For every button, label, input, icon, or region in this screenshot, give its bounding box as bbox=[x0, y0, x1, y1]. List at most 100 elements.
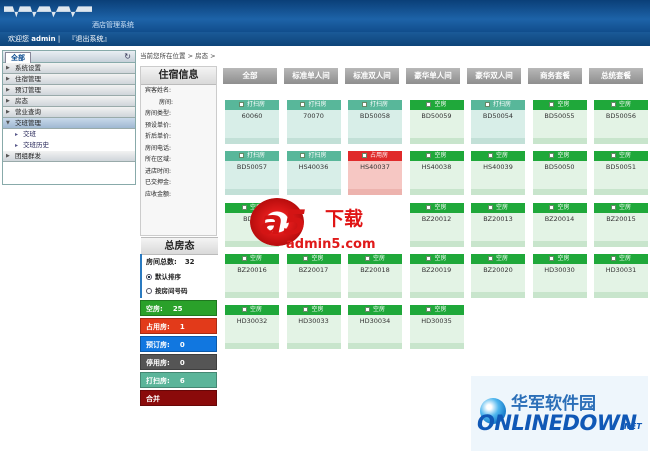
room-card[interactable]: 打扫房 BD50054 bbox=[471, 100, 525, 144]
sidebar-tab-all[interactable]: 全部 bbox=[5, 52, 31, 63]
room-card[interactable]: 空房 BD50059 bbox=[409, 100, 464, 144]
room-card[interactable]: 打扫房 BD50058 bbox=[348, 100, 402, 144]
room-card[interactable]: 空房 BZ20020 bbox=[471, 254, 525, 298]
room-checkbox[interactable] bbox=[426, 256, 432, 261]
room-card[interactable]: 空房 HD30030 bbox=[532, 254, 587, 298]
room-type-tab[interactable]: 豪华单人间 bbox=[406, 68, 460, 84]
onlinedown-watermark: 华军软件园 ONLINEDOWN .NET bbox=[471, 376, 648, 451]
room-card[interactable]: 打扫房 70070 bbox=[286, 100, 341, 144]
status-stat[interactable]: 打扫房: 6 bbox=[140, 372, 217, 388]
room-card[interactable]: 空房 HD30033 bbox=[286, 305, 341, 349]
room-status-bar: 空房 bbox=[409, 203, 464, 213]
sidebar-item-stay-management[interactable]: 住宿管理 bbox=[3, 74, 135, 85]
room-card[interactable]: 空房 BZ20017 bbox=[286, 254, 341, 298]
room-checkbox[interactable] bbox=[361, 153, 367, 158]
room-status-label: 空房 bbox=[434, 255, 447, 262]
room-checkbox[interactable] bbox=[487, 153, 493, 158]
sidebar-item-business-query[interactable]: 营业查询 bbox=[3, 107, 135, 118]
room-number: BZ20015 bbox=[606, 215, 636, 223]
room-number: BZ20019 bbox=[421, 266, 452, 274]
room-card[interactable]: 空房 HD30034 bbox=[348, 305, 402, 349]
room-checkbox[interactable] bbox=[300, 153, 306, 158]
room-type-tab[interactable]: 全部 bbox=[223, 68, 277, 84]
room-card[interactable]: 空房 BZ20019 bbox=[409, 254, 464, 298]
room-checkbox[interactable] bbox=[238, 102, 244, 107]
room-card[interactable]: 空房 HS40038 bbox=[409, 151, 464, 195]
logout-link[interactable]: 『退出系统』 bbox=[68, 35, 110, 43]
room-status-bar: 空房 bbox=[594, 100, 648, 110]
room-number: BZ20012 bbox=[421, 215, 452, 223]
sidebar-item-shift-management[interactable]: 交班管理 bbox=[3, 118, 135, 129]
sidebar-item-group-broadcast[interactable]: 团组群发 bbox=[3, 151, 135, 162]
sort-default-radio[interactable]: 默认排序 bbox=[140, 270, 217, 284]
room-card[interactable]: 打扫房 60060 bbox=[225, 100, 279, 144]
room-card[interactable]: 空房 BZ20016 bbox=[225, 254, 279, 298]
room-checkbox[interactable] bbox=[241, 307, 247, 312]
sidebar: 全部 ↻ 系统设置 住宿管理 预订管理 房态 营业查询 交班管理 交班 交班历史… bbox=[2, 50, 136, 185]
room-card[interactable]: 空房 BD50056 bbox=[594, 100, 648, 144]
room-type-tab[interactable]: 商务套餐 bbox=[528, 68, 582, 84]
status-stat[interactable]: 预订房: 0 bbox=[140, 336, 217, 352]
room-checkbox[interactable] bbox=[484, 102, 490, 107]
room-card[interactable]: 空房 BZ20018 bbox=[348, 254, 402, 298]
room-checkbox[interactable] bbox=[303, 256, 309, 261]
room-checkbox[interactable] bbox=[241, 205, 247, 210]
room-checkbox[interactable] bbox=[610, 205, 616, 210]
room-type-tab[interactable]: 标准单人间 bbox=[284, 68, 338, 84]
room-type-tab[interactable]: 豪华双人间 bbox=[467, 68, 521, 84]
refresh-icon[interactable]: ↻ bbox=[124, 52, 131, 61]
room-checkbox[interactable] bbox=[364, 256, 370, 261]
room-checkbox[interactable] bbox=[549, 102, 555, 107]
room-checkbox[interactable] bbox=[364, 307, 370, 312]
room-checkbox[interactable] bbox=[300, 102, 306, 107]
room-card[interactable]: 空房 HS40039 bbox=[471, 151, 525, 195]
room-card[interactable]: 空房 BZ20014 bbox=[532, 203, 587, 247]
room-checkbox[interactable] bbox=[549, 153, 555, 158]
sidebar-item-system-settings[interactable]: 系统设置 bbox=[3, 63, 135, 74]
room-card[interactable]: 空房 HD30035 bbox=[409, 305, 464, 349]
room-card[interactable]: 空房 BZ20013 bbox=[471, 203, 525, 247]
room-status-bar: 空房 bbox=[532, 254, 587, 264]
status-stat[interactable]: 空房: 25 bbox=[140, 300, 217, 316]
status-stat[interactable]: 合并 bbox=[140, 390, 217, 406]
sidebar-subitem-shift[interactable]: 交班 bbox=[3, 129, 135, 140]
room-checkbox[interactable] bbox=[610, 153, 616, 158]
room-type-tab[interactable]: 总统套餐 bbox=[589, 68, 643, 84]
room-checkbox[interactable] bbox=[238, 153, 244, 158]
room-checkbox[interactable] bbox=[487, 256, 493, 261]
room-checkbox[interactable] bbox=[303, 307, 309, 312]
room-checkbox[interactable] bbox=[487, 205, 493, 210]
status-stat[interactable]: 占用房: 1 bbox=[140, 318, 217, 334]
room-checkbox[interactable] bbox=[361, 102, 367, 107]
sidebar-item-booking-management[interactable]: 预订管理 bbox=[3, 85, 135, 96]
room-card[interactable]: 空房 BD50051 bbox=[594, 151, 648, 195]
room-checkbox[interactable] bbox=[549, 256, 555, 261]
room-type-tab[interactable]: 标准双人间 bbox=[345, 68, 399, 84]
room-checkbox[interactable] bbox=[610, 102, 616, 107]
room-card[interactable]: 空房 BZ20012 bbox=[409, 203, 464, 247]
sidebar-item-room-status[interactable]: 房态 bbox=[3, 96, 135, 107]
room-checkbox[interactable] bbox=[426, 153, 432, 158]
room-checkbox[interactable] bbox=[426, 102, 432, 107]
room-card[interactable]: 空房 BD50050 bbox=[532, 151, 587, 195]
room-checkbox[interactable] bbox=[549, 205, 555, 210]
sidebar-subitem-shift-history[interactable]: 交班历史 bbox=[3, 140, 135, 151]
room-card[interactable]: 打扫房 BD50057 bbox=[225, 151, 279, 195]
room-checkbox[interactable] bbox=[610, 256, 616, 261]
sort-number-radio[interactable]: 按房间号码 bbox=[140, 284, 217, 298]
room-status-label: 空房 bbox=[249, 255, 262, 262]
room-card[interactable]: 空房 BD50055 bbox=[532, 100, 587, 144]
room-card[interactable]: 空房 HD30032 bbox=[225, 305, 279, 349]
room-card[interactable]: 打扫房 HS40036 bbox=[286, 151, 341, 195]
room-checkbox[interactable] bbox=[426, 205, 432, 210]
room-checkbox[interactable] bbox=[241, 256, 247, 261]
room-card[interactable]: 空房 BZ20015 bbox=[594, 203, 648, 247]
room-card[interactable]: 占用房 HS40037 bbox=[348, 151, 402, 195]
room-card[interactable]: 空房 HD30031 bbox=[594, 254, 648, 298]
room-status-label: 空房 bbox=[557, 152, 570, 159]
room-type-tabs: 全部 标准单人间 标准双人间 豪华单人间 豪华双人间 商务套餐 总统套餐 bbox=[223, 68, 648, 84]
room-checkbox[interactable] bbox=[426, 307, 432, 312]
status-stat[interactable]: 停用房: 0 bbox=[140, 354, 217, 370]
room-status-bar: 打扫房 bbox=[225, 151, 279, 161]
room-status-label: 空房 bbox=[434, 152, 447, 159]
